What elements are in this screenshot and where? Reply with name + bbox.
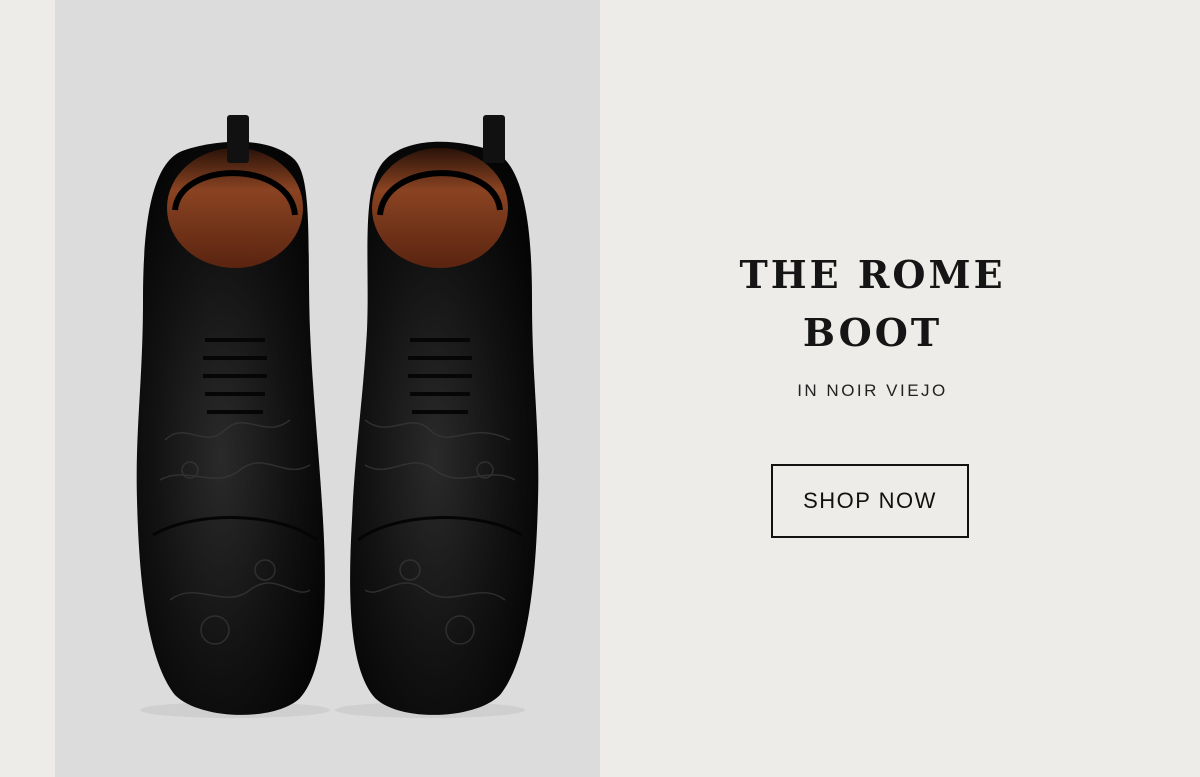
right-boot [335, 115, 539, 718]
promo-copy: THE ROME BOOT IN NOIR VIEJO SHOP NOW [600, 0, 1145, 777]
product-title-line2: BOOT [802, 310, 943, 355]
product-image-panel[interactable] [55, 0, 600, 777]
product-colorway: IN NOIR VIEJO [797, 381, 948, 400]
product-title: THE ROME BOOT [600, 246, 1145, 362]
left-boot [136, 115, 330, 718]
promo-banner: THE ROME BOOT IN NOIR VIEJO SHOP NOW [0, 0, 1200, 777]
product-title-line1: THE ROME [739, 252, 1006, 297]
boots-image[interactable] [55, 0, 600, 777]
shop-now-button[interactable]: SHOP NOW [771, 464, 969, 538]
